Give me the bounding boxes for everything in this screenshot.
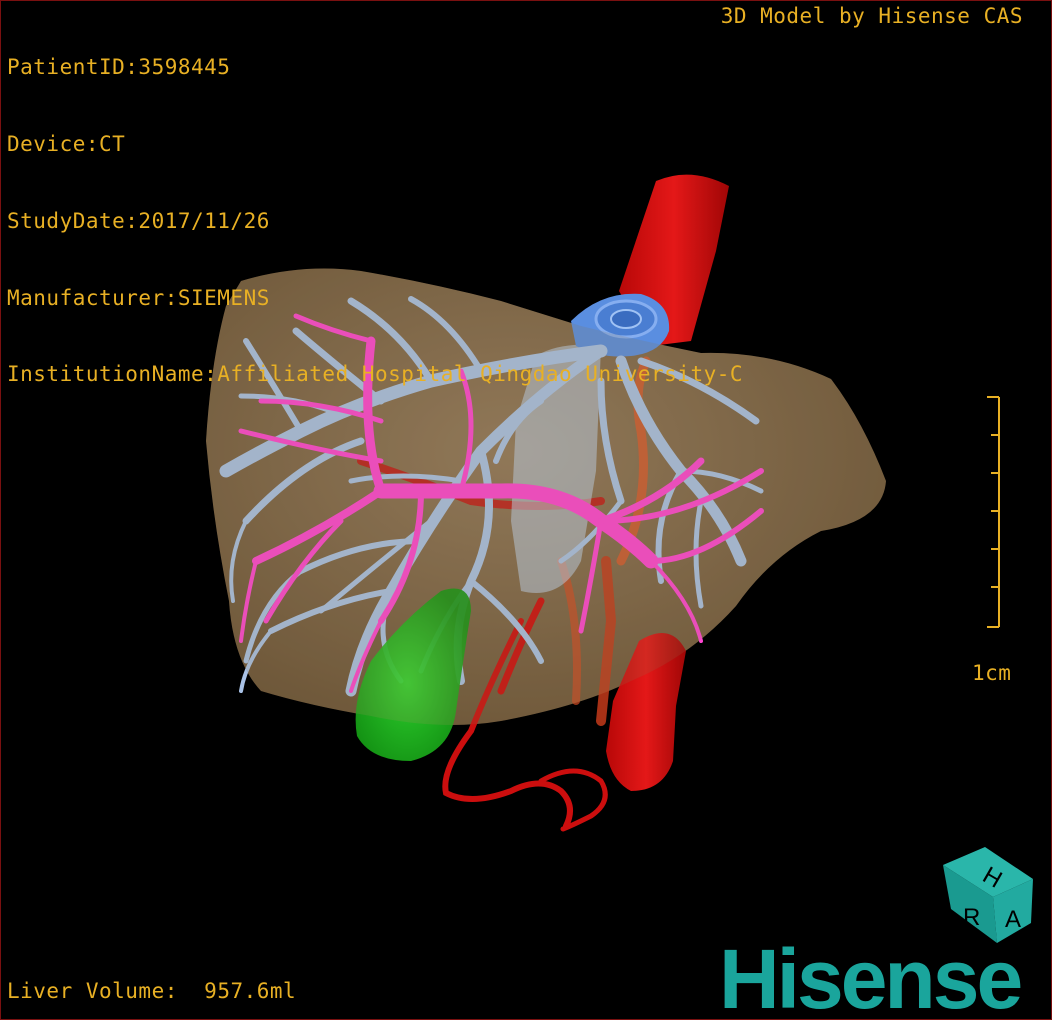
liver-volume-label: Liver Volume: (7, 979, 178, 1003)
liver-volume: Liver Volume: 957.6ml (7, 979, 296, 1005)
manufacturer: Manufacturer:SIEMENS (7, 285, 270, 310)
cube-label-right: A (1005, 906, 1021, 933)
study-info: PatientID:3598445 Device:CT StudyDate:20… (7, 4, 743, 439)
study-date: StudyDate:2017/11/26 (7, 208, 270, 233)
cube-label-left: R (963, 904, 980, 931)
device: Device:CT (7, 131, 126, 156)
scale-bar (987, 396, 1000, 628)
hisense-logo: Hisense (719, 932, 1023, 1020)
institution-name: InstitutionName:Affiliated Hospital Qing… (7, 362, 744, 387)
liver-volume-value: 957.6ml (204, 979, 297, 1003)
model-credit: 3D Model by Hisense CAS (720, 4, 1023, 28)
scale-label: 1cm (972, 661, 1012, 685)
patient-id: PatientID:3598445 (7, 55, 231, 80)
3d-viewport[interactable]: PatientID:3598445 Device:CT StudyDate:20… (0, 0, 1052, 1020)
